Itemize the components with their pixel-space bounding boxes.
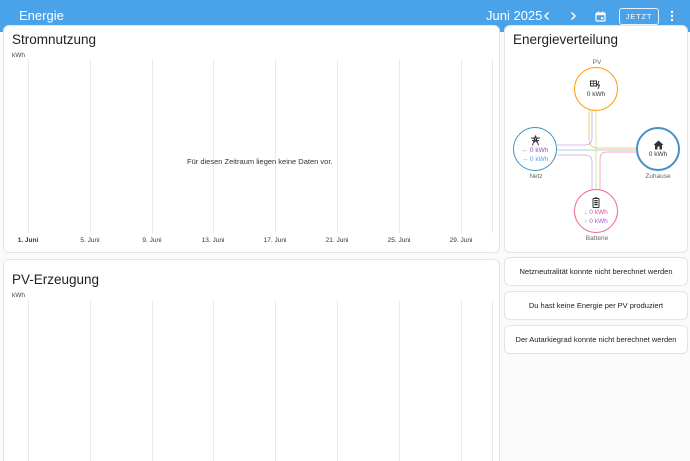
grid-line <box>461 300 462 461</box>
x-tick-label: 13. Juni <box>201 237 225 244</box>
autarky-message: Der Autarkiegrad konnte nicht berechnet … <box>515 335 677 344</box>
period-label: Juni 2025 <box>486 8 543 23</box>
x-tick-label: 5. Juni <box>80 237 100 244</box>
grid-neutrality-card: Netzneutralität konnte nicht berechnet w… <box>504 257 688 286</box>
grid-line <box>90 59 91 233</box>
grid-label: Netz <box>529 173 543 180</box>
pv-label: PV <box>592 59 602 66</box>
grid-neutrality-message: Netzneutralität konnte nicht berechnet w… <box>519 267 673 276</box>
pv-production-title: PV-Erzeugung <box>12 272 100 287</box>
grid-line <box>492 300 493 461</box>
home-icon <box>653 140 663 149</box>
pv-production-unit: kWh <box>12 292 25 299</box>
energy-usage-card: Stromnutzung kWh Für diesen Zeitraum lie… <box>3 25 500 253</box>
grid-line <box>275 59 276 233</box>
autarky-card: Der Autarkiegrad konnte nicht berechnet … <box>504 325 688 354</box>
pv-node[interactable]: 0 kWh <box>574 67 618 111</box>
transmission-tower-icon <box>530 134 540 146</box>
grid-line <box>152 300 153 461</box>
grid-node[interactable]: ← 0 kWh → 0 kWh <box>513 127 557 171</box>
now-button[interactable]: JETZT <box>619 8 659 25</box>
energy-usage-title: Stromnutzung <box>12 32 97 47</box>
battery-charge-value: ↓ 0 kWh <box>584 208 608 216</box>
home-value: 0 kWh <box>648 150 668 158</box>
battery-discharge-value: ↑ 0 kWh <box>584 217 608 225</box>
energy-usage-chart: Für diesen Zeitraum liegen keine Daten v… <box>14 59 494 233</box>
grid-line <box>492 59 493 233</box>
next-period-button[interactable] <box>564 7 582 25</box>
grid-line <box>90 300 91 461</box>
pv-value: 0 kWh <box>586 90 606 98</box>
x-tick-label: 21. Juni <box>325 237 349 244</box>
self-consumed-solar-card: Du hast keine Energie per PV produziert <box>504 291 688 320</box>
grid-line <box>213 300 214 461</box>
home-label: Zuhause <box>645 173 671 180</box>
x-tick-label: 17. Juni <box>263 237 287 244</box>
grid-line <box>337 59 338 233</box>
battery-node[interactable]: ↓ 0 kWh ↑ 0 kWh <box>574 189 618 233</box>
pv-production-chart <box>14 300 494 461</box>
grid-line <box>399 59 400 233</box>
battery-label: Batterie <box>585 235 609 242</box>
no-data-message: Für diesen Zeitraum liegen keine Daten v… <box>187 157 333 166</box>
calendar-button[interactable] <box>591 7 609 25</box>
grid-line <box>399 300 400 461</box>
grid-import-value: ← 0 kWh <box>521 146 549 154</box>
no-pv-message: Du hast keine Energie per PV produziert <box>528 301 664 310</box>
more-vertical-icon <box>670 10 674 22</box>
grid-line <box>275 300 276 461</box>
grid-line <box>461 59 462 233</box>
battery-icon <box>592 196 600 208</box>
energy-usage-unit: kWh <box>12 52 25 59</box>
pv-production-card: PV-Erzeugung kWh <box>3 259 500 461</box>
grid-line <box>28 300 29 461</box>
calendar-icon <box>594 11 606 22</box>
chevron-right-icon <box>571 12 576 20</box>
grid-line <box>152 59 153 233</box>
page-title: Energie <box>19 8 64 23</box>
grid-line <box>337 300 338 461</box>
overflow-menu-button[interactable] <box>663 7 681 25</box>
x-tick-label: 29. Juni <box>449 237 473 244</box>
grid-line <box>28 59 29 233</box>
grid-export-value: → 0 kWh <box>521 155 549 163</box>
solar-power-icon <box>590 80 601 89</box>
chevron-left-icon <box>544 12 549 20</box>
grid-line <box>213 59 214 233</box>
x-tick-label: 1. Juni <box>17 237 39 244</box>
previous-period-button[interactable] <box>538 7 556 25</box>
x-tick-label: 9. Juni <box>142 237 162 244</box>
home-node[interactable]: 0 kWh <box>636 127 680 171</box>
x-tick-label: 25. Juni <box>387 237 411 244</box>
energy-distribution-card: Energieverteilung PV 0 kWh ← 0 kWh → 0 k… <box>504 25 688 253</box>
